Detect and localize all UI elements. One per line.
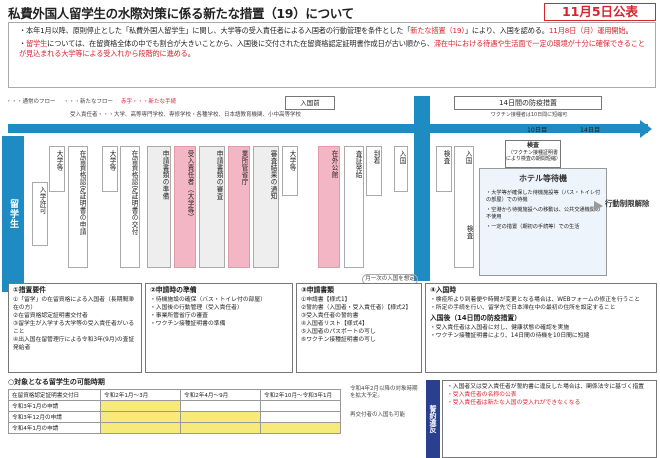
col-check-1: 検査 xyxy=(436,146,452,192)
legend: ・・・通常のフロー ・・・新たなフロー 赤字・・・新たな手続 xyxy=(6,99,177,105)
table-side-note: 令和4年2月以降の対象時期を拡大予定。 xyxy=(350,386,418,399)
day10-label: 10日目 xyxy=(527,127,548,134)
table-row: 令和3年1月の申請 xyxy=(8,400,341,412)
col-result: 審査結果の通知 xyxy=(253,146,279,268)
date-badge: 11月5日公表 xyxy=(544,3,656,21)
hotel-item: ・大学等が確保した待機施設等（バス・トイレ付の部屋）での待機 xyxy=(486,190,601,203)
vaccine-note: ワクチン接種者は10日間に短縮可 xyxy=(490,112,568,118)
col-arrival: 到着 xyxy=(366,146,382,196)
col-coe-apply: 在留資格認定証明書の申請 xyxy=(68,146,88,268)
page-title: 私費外国人留学生の水際対策に係る新たな措置（19）について xyxy=(8,6,354,21)
eligibility-table: 在留資格認定証明書交付日 令和2年1月〜3月 令和2年4月〜9月 令和2年10月… xyxy=(8,389,341,434)
col-ministry: 業所管省庁 xyxy=(228,146,250,268)
student-label: 留学生 xyxy=(2,136,24,292)
day14-label: 14日目 xyxy=(580,127,601,134)
entry-box: ④入国時 ・検疫所より到着便や時間が変更となる場合は、WEBフォームの修正を行う… xyxy=(425,283,657,373)
actor-note: 受入責任者・・・大学、高等専門学校、専修学校・各種学校、日本語教育機関、小中高等… xyxy=(70,112,302,118)
intro-para-1: ・本年1月以降、原則停止とした「私費外国人留学生」に関し、大学等の受入責任者によ… xyxy=(19,26,633,35)
col-visa-apply: 在外公館 xyxy=(318,146,340,268)
timeline-ribbon xyxy=(8,124,648,133)
col-entry-1: 入国 xyxy=(394,146,408,192)
hotel-item: ・空港から待機施設への移動は、公共交通機関の不使用 xyxy=(486,207,601,220)
col-entry-bar xyxy=(414,96,430,281)
release-arrow xyxy=(594,201,603,211)
col-visa-issue: 査証発給 xyxy=(344,146,364,268)
col-host: 受入責任者（大学等） xyxy=(174,146,196,268)
hotel-title: ホテル等待機 xyxy=(519,174,567,183)
before-entry-label: 入国前 xyxy=(285,96,335,110)
timeline-arrow-head xyxy=(640,120,652,138)
col-check-2: 検査 xyxy=(465,225,473,240)
release-label: 行動制限解除 xyxy=(605,199,650,208)
col-univ-2: 大学等 xyxy=(102,146,118,192)
days14-label: 14日間の防疫措置 xyxy=(454,96,602,110)
requirements-box: ①措置要件 ①「留学」の在留資格による入国者（長期間滞在の方） ②在留資格認定証… xyxy=(8,283,142,373)
table-row: 令和4年1月の申請 xyxy=(8,422,341,434)
col-prep: 申請書類の準備 xyxy=(147,146,171,268)
intro-para-2: ・留学生については、在留資格全体の中でも割合が大きいことから、入国後に交付された… xyxy=(19,39,645,58)
prep-box: ②申請時の準備 ・待機施設の確保（バス・トイレ付の部屋） ・入国後の行動管理（受… xyxy=(145,283,293,373)
violation-label: 誓約違反 xyxy=(426,380,440,458)
col-coe-issue: 在留資格認定証明書の交付 xyxy=(120,146,140,268)
col-univ-3: 大学等 xyxy=(282,146,298,196)
hotel-item: ・一定の措置（期初の手続等）での生活 xyxy=(486,224,580,230)
eligibility-table-wrap: ○対象となる留学生の可能時期 在留資格認定証明書交付日 令和2年1月〜3月 令和… xyxy=(8,377,343,434)
violation-box: ・入国者又は受入責任者が誓約書に違反した場合は、関係法令に基づく措置 ・受入責任… xyxy=(442,380,657,458)
check-box: 検査 （ワクチン接種証明書により検査の期間短縮） xyxy=(505,140,561,168)
table-side-note-2: 再交付者の入国も可能 xyxy=(350,412,406,418)
col-review: 申請書類の審査 xyxy=(199,146,225,268)
docs-box: ③申請書類 ①申請書【様式1】 ②誓約書（入国者・受入責任者）【様式2】 ③受入… xyxy=(296,283,422,373)
intro-box: ・本年1月以降、原則停止とした「私費外国人留学生」に関し、大学等の受入責任者によ… xyxy=(8,22,656,88)
table-row: 令和3年12月の申請 xyxy=(8,411,341,423)
col-admission: 入学許可 xyxy=(32,182,48,246)
hotel-box: ホテル等待機 ・大学等が確保した待機施設等（バス・トイレ付の部屋）での待機 ・空… xyxy=(479,168,607,276)
col-univ-1: 大学等 xyxy=(49,146,65,192)
